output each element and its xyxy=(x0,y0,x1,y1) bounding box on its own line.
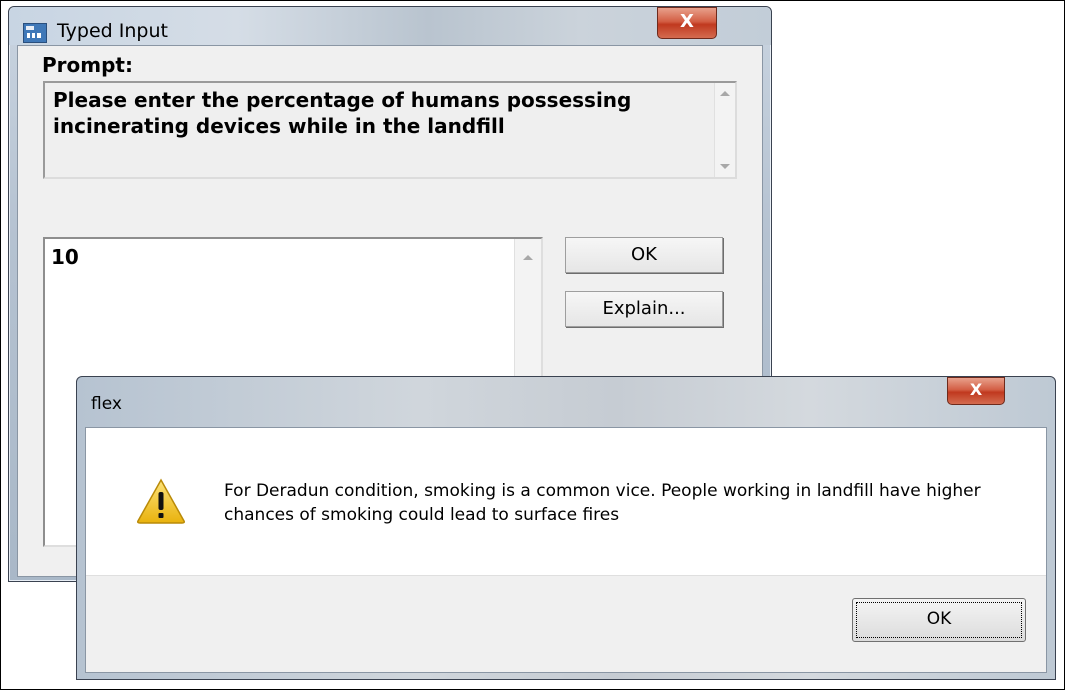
scroll-up-arrow-icon[interactable] xyxy=(720,91,730,96)
focus-rectangle xyxy=(856,602,1022,638)
prompt-textbox[interactable]: Please enter the percentage of humans po… xyxy=(43,81,737,179)
dialog-ok-button[interactable]: OK xyxy=(852,598,1026,642)
explain-button[interactable]: Explain... xyxy=(565,291,723,327)
dialog-title: flex xyxy=(91,394,122,414)
dialog-close-button[interactable]: X xyxy=(947,377,1005,405)
window-title: Typed Input xyxy=(57,20,168,42)
warning-icon xyxy=(137,478,185,524)
close-icon: X xyxy=(680,11,694,32)
title-bar[interactable]: Typed Input X xyxy=(9,7,771,45)
dialog-message: For Deradun condition, smoking is a comm… xyxy=(224,481,981,525)
close-button[interactable]: X xyxy=(657,7,717,39)
prompt-text: Please enter the percentage of humans po… xyxy=(53,88,632,138)
scroll-down-arrow-icon[interactable] xyxy=(720,164,730,169)
ok-button[interactable]: OK xyxy=(565,237,723,273)
close-icon: X xyxy=(969,380,983,399)
scroll-up-arrow-icon[interactable] xyxy=(523,255,533,260)
flex-message-dialog: flex X For Deradun condition, smoking is… xyxy=(76,376,1056,680)
app-window-icon[interactable] xyxy=(23,23,47,43)
prompt-scrollbar[interactable] xyxy=(714,83,735,177)
dialog-client: For Deradun condition, smoking is a comm… xyxy=(85,427,1047,673)
prompt-label: Prompt: xyxy=(42,53,133,77)
value-input-text[interactable]: 10 xyxy=(51,245,79,269)
